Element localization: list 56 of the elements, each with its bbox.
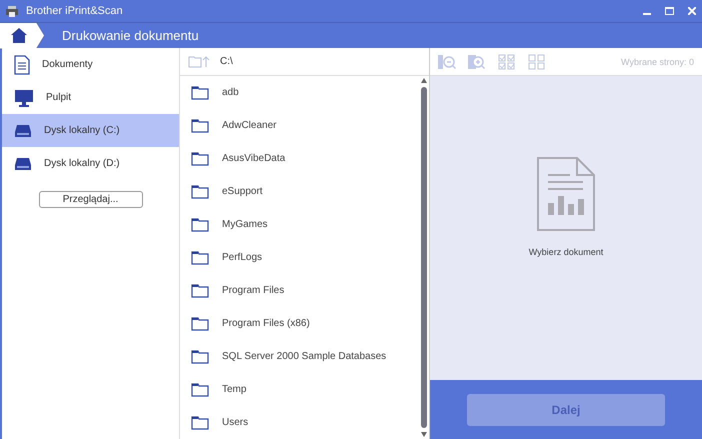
folder-row[interactable]: AdwCleaner xyxy=(180,109,419,142)
window-title: Brother iPrint&Scan xyxy=(26,5,124,17)
home-icon xyxy=(11,28,27,43)
folder-icon xyxy=(191,184,209,198)
folder-icon xyxy=(191,284,209,298)
scroll-down-icon[interactable] xyxy=(421,432,427,437)
drive-icon xyxy=(14,124,32,138)
folder-row[interactable]: MyGames xyxy=(180,208,419,241)
scrollbar-thumb[interactable] xyxy=(421,87,427,428)
folder-name: PerfLogs xyxy=(222,252,262,263)
document-chart-icon xyxy=(537,157,595,231)
folder-icon xyxy=(191,316,209,330)
page-title: Drukowanie dokumentu xyxy=(62,28,199,43)
folder-icon xyxy=(191,382,209,396)
empty-message: Wybierz dokument xyxy=(528,247,604,257)
monitor-icon xyxy=(14,88,34,106)
browse-button[interactable]: Przeglądaj... xyxy=(38,191,142,208)
folder-name: AdwCleaner xyxy=(222,120,276,131)
folder-icon xyxy=(191,86,209,100)
document-icon xyxy=(14,54,30,74)
folder-row[interactable]: Program Files xyxy=(180,274,419,307)
folder-row[interactable]: eSupport xyxy=(180,175,419,208)
folder-icon xyxy=(191,250,209,264)
folder-row[interactable]: Temp xyxy=(180,373,419,406)
folder-name: Program Files (x86) xyxy=(222,318,310,329)
folder-name: AsusVibeData xyxy=(222,153,286,164)
folder-row[interactable]: SQL Server 2000 Sample Databases xyxy=(180,340,419,373)
folder-name: adb xyxy=(222,87,239,98)
sidebar-label: Dokumenty xyxy=(42,59,93,70)
close-icon[interactable] xyxy=(688,7,696,15)
folder-name: Users xyxy=(222,417,248,428)
folder-row[interactable]: PerfLogs xyxy=(180,241,419,274)
folder-icon xyxy=(191,350,209,364)
folder-name: Temp xyxy=(222,384,246,395)
folder-name: SQL Server 2000 Sample Databases xyxy=(222,351,386,362)
sidebar-item[interactable]: Dysk lokalny (C:) xyxy=(2,114,179,147)
folder-row[interactable]: AsusVibeData xyxy=(180,142,419,175)
folder-row[interactable]: Program Files (x86) xyxy=(180,307,419,340)
scroll-up-icon[interactable] xyxy=(421,78,427,83)
folder-icon xyxy=(191,152,209,166)
folder-icon xyxy=(191,118,209,132)
folder-name: MyGames xyxy=(222,219,268,230)
selected-pages-count: Wybrane strony: 0 xyxy=(621,56,694,66)
folder-row[interactable]: adb xyxy=(180,76,419,109)
sidebar-label: Dysk lokalny (D:) xyxy=(44,158,120,169)
folder-icon xyxy=(191,416,209,430)
folder-name: eSupport xyxy=(222,186,263,197)
sidebar-label: Dysk lokalny (C:) xyxy=(44,125,120,136)
drive-icon xyxy=(14,156,32,170)
folder-name: Program Files xyxy=(222,285,284,296)
current-path: C:\ xyxy=(220,56,233,67)
maximize-icon[interactable] xyxy=(665,7,674,15)
sidebar-label: Pulpit xyxy=(46,92,72,103)
folder-icon xyxy=(191,218,209,232)
folder-row[interactable]: Users xyxy=(180,406,419,439)
app-icon xyxy=(6,6,18,16)
